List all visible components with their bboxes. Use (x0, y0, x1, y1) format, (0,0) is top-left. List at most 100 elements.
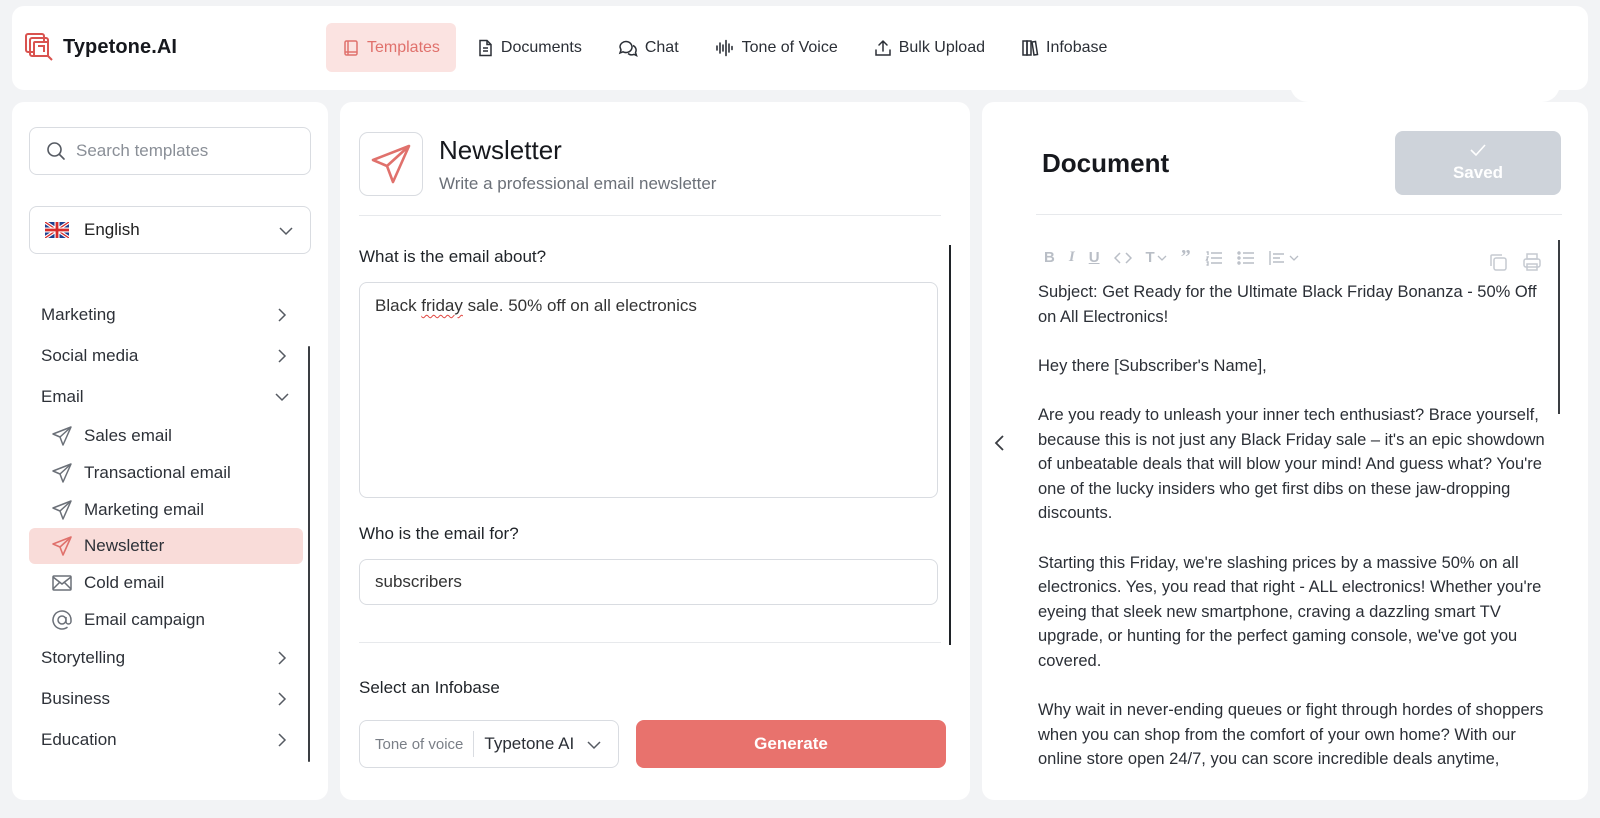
nav-bulk-upload[interactable]: Bulk Upload (858, 23, 1001, 72)
search-box[interactable] (29, 127, 311, 175)
email-audience-input[interactable]: subscribers (359, 559, 938, 605)
chevron-right-icon (278, 308, 287, 322)
nav-chat[interactable]: Chat (602, 23, 695, 72)
paper-plane-icon (371, 144, 411, 184)
chat-bubbles-icon (618, 40, 638, 57)
quote-icon[interactable]: ” (1181, 246, 1191, 269)
chevron-right-icon (278, 733, 287, 747)
document-paragraph: Are you ready to unleash your inner tech… (1038, 405, 1545, 523)
template-label: Transactional email (84, 463, 231, 482)
chevron-down-icon (275, 393, 289, 402)
document-paragraph: Subject: Get Ready for the Ultimate Blac… (1038, 283, 1537, 326)
input-value: subscribers (375, 572, 462, 591)
nav-label: Chat (644, 38, 679, 56)
email-audience-label: Who is the email for? (359, 524, 519, 543)
template-label: Marketing email (84, 500, 204, 519)
align-icon[interactable] (1269, 250, 1299, 266)
category-marketing[interactable]: Marketing (29, 297, 299, 333)
email-topic-label: What is the email about? (359, 247, 547, 266)
nav-label: Tone of Voice (741, 38, 838, 56)
document-paragraph: Starting this Friday, we're slashing pri… (1038, 553, 1542, 670)
text-segment: sale. 50% off on all electronics (462, 296, 697, 315)
code-icon[interactable] (1113, 251, 1132, 265)
template-subtitle: Write a professional email newsletter (439, 174, 717, 193)
misspelled-word: friday (421, 296, 463, 315)
nav-label: Bulk Upload (898, 38, 985, 56)
search-input[interactable] (76, 141, 296, 161)
sidebar-scrollbar[interactable] (308, 346, 310, 762)
document-title: Document (1042, 148, 1170, 178)
chevron-right-icon (278, 349, 287, 363)
document-paragraph: Why wait in never-ending queues or fight… (1038, 701, 1544, 769)
category-label: Education (41, 730, 117, 749)
category-label: Email (41, 387, 84, 406)
document-header-divider (1036, 214, 1562, 215)
nav-tone-of-voice[interactable]: Tone of Voice (699, 23, 854, 72)
paper-plane-icon (52, 500, 72, 520)
top-navigation-bar: Typetone.AI Templates Documents Chat Ton… (12, 6, 1588, 90)
search-icon (47, 142, 65, 160)
bullet-list-icon[interactable] (1237, 250, 1255, 266)
form-scrollbar[interactable] (949, 245, 951, 645)
template-email-campaign[interactable]: Email campaign (29, 602, 303, 638)
infobase-label: Select an Infobase (359, 678, 500, 697)
sound-wave-icon (715, 39, 733, 56)
editor-toolbar: B I U T ” (1044, 246, 1299, 269)
template-title: Newsletter (439, 135, 562, 165)
nav-infobase[interactable]: Infobase (1005, 23, 1123, 72)
tone-separator (473, 731, 475, 757)
envelope-icon (52, 575, 72, 591)
category-storytelling[interactable]: Storytelling (29, 640, 299, 676)
main-nav: Templates Documents Chat Tone of Voice B… (326, 23, 1123, 72)
email-topic-textarea[interactable]: Black friday sale. 50% off on all electr… (359, 282, 938, 498)
uk-flag-icon (45, 222, 69, 238)
saved-label: Saved (1452, 163, 1504, 182)
brand-logo[interactable]: Typetone.AI (24, 32, 177, 62)
nav-documents[interactable]: Documents (460, 23, 598, 72)
underline-icon[interactable]: U (1089, 249, 1100, 266)
chevron-right-icon (278, 651, 287, 665)
ordered-list-icon[interactable] (1205, 250, 1223, 266)
italic-icon[interactable]: I (1069, 249, 1075, 266)
template-label: Email campaign (84, 610, 205, 629)
book-icon (344, 39, 358, 56)
document-editor[interactable]: Subject: Get Ready for the Ultimate Blac… (1038, 280, 1554, 770)
category-label: Marketing (41, 305, 116, 324)
typetone-logo-icon (25, 33, 53, 61)
language-label: English (84, 220, 140, 239)
print-button[interactable] (1522, 252, 1542, 272)
collapse-panel-button[interactable] (993, 434, 1007, 452)
chevron-right-icon (278, 692, 287, 706)
template-marketing-email[interactable]: Marketing email (29, 492, 303, 528)
brand-name: Typetone.AI (63, 35, 178, 58)
paper-plane-icon (52, 536, 72, 556)
template-label: Cold email (84, 573, 165, 592)
text-style-icon[interactable]: T (1146, 249, 1167, 266)
at-sign-icon (52, 610, 72, 630)
generate-button[interactable]: Generate (636, 720, 946, 768)
template-newsletter[interactable]: Newsletter (29, 528, 303, 564)
checkmark-icon (1470, 144, 1486, 157)
template-transactional-email[interactable]: Transactional email (29, 455, 303, 491)
tone-of-voice-select[interactable]: Tone of voice Typetone AI (359, 720, 619, 768)
bold-icon[interactable]: B (1044, 249, 1055, 266)
category-business[interactable]: Business (29, 681, 299, 717)
category-email[interactable]: Email (29, 379, 299, 415)
language-select[interactable]: English (29, 206, 311, 254)
category-social-media[interactable]: Social media (29, 338, 299, 374)
nav-label: Infobase (1046, 38, 1108, 56)
template-form-panel: Newsletter Write a professional email ne… (340, 102, 970, 800)
chevron-down-icon (587, 741, 601, 750)
document-panel: Document Saved B I U T ” Subject: Get Re… (982, 102, 1588, 800)
text-segment: Black (375, 296, 422, 315)
document-scrollbar[interactable] (1558, 240, 1560, 414)
saved-button[interactable]: Saved (1395, 131, 1561, 195)
paper-plane-icon (52, 463, 72, 483)
nav-templates[interactable]: Templates (326, 23, 456, 72)
template-cold-email[interactable]: Cold email (29, 565, 303, 601)
copy-button[interactable] (1488, 252, 1508, 272)
category-education[interactable]: Education (29, 722, 299, 758)
template-sales-email[interactable]: Sales email (29, 418, 303, 454)
document-icon (479, 39, 492, 56)
chevron-left-icon (994, 435, 1004, 451)
